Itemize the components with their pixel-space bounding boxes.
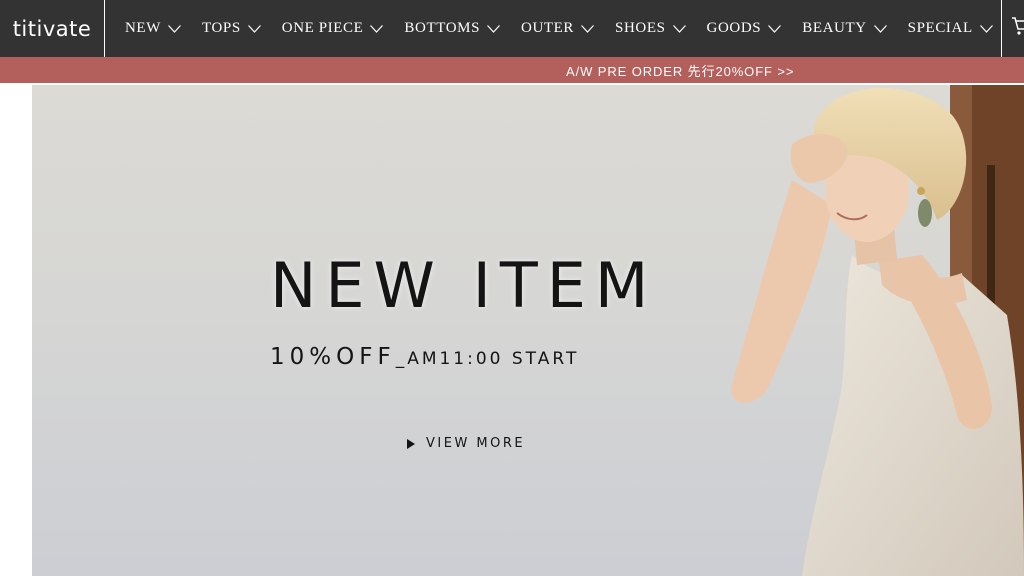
chevron-down-icon — [168, 24, 181, 33]
menu-item-label: OUTER — [521, 20, 575, 36]
hero-photo — [731, 85, 1024, 576]
menu-item-outer[interactable]: OUTER — [521, 20, 594, 37]
menu-item-label: NEW — [125, 20, 161, 36]
hero-subtitle-discount: 10%OFF — [270, 344, 396, 370]
menu-item-label: SPECIAL — [907, 20, 973, 36]
menu-item-new[interactable]: NEW — [125, 20, 181, 37]
menu-item-beauty[interactable]: BEAUTY — [802, 20, 887, 37]
menu-item-label: SHOES — [615, 20, 666, 36]
hero-subtitle-start: _AM11:00 START — [395, 349, 580, 369]
top-navigation: titivate NEW TOPS ONE PIECE BOTTOMS OUTE… — [0, 0, 1024, 57]
site-logo[interactable]: titivate — [0, 0, 105, 57]
menu-item-label: ONE PIECE — [281, 20, 364, 36]
main-menu: NEW TOPS ONE PIECE BOTTOMS OUTER SHOES G… — [125, 0, 1014, 57]
view-more-link[interactable]: VIEW MORE — [407, 436, 525, 451]
cart-button[interactable] — [1010, 14, 1024, 38]
chevron-down-icon — [247, 24, 261, 33]
hero-subtitle: 10%OFF_AM11:00 START — [270, 346, 579, 369]
chevron-down-icon — [370, 24, 384, 33]
chevron-down-icon — [768, 24, 782, 33]
hero-title[interactable]: NEW ITEM — [270, 255, 657, 317]
menu-item-label: BEAUTY — [802, 20, 867, 36]
menu-item-label: GOODS — [706, 20, 762, 36]
hero-banner[interactable]: NEW ITEM 10%OFF_AM11:00 START VIEW MORE — [32, 85, 1024, 576]
logo-text: titivate — [12, 16, 92, 41]
chevron-down-icon — [873, 24, 887, 33]
menu-item-label: BOTTOMS — [404, 20, 481, 36]
cart-icon — [1012, 17, 1024, 35]
chevron-down-icon — [672, 24, 686, 33]
chevron-down-icon — [487, 24, 500, 33]
menu-item-goods[interactable]: GOODS — [707, 20, 782, 37]
menu-item-one-piece[interactable]: ONE PIECE — [282, 20, 384, 37]
menu-item-special[interactable]: SPECIAL — [908, 20, 993, 37]
menu-item-label: TOPS — [201, 20, 241, 36]
chevron-down-icon — [581, 24, 594, 33]
menu-item-shoes[interactable]: SHOES — [615, 20, 686, 37]
promo-banner[interactable]: A/W PRE ORDER 先行20%OFF >> — [0, 57, 1024, 83]
nav-divider — [1001, 0, 1002, 57]
chevron-down-icon — [979, 24, 993, 33]
play-arrow-icon — [407, 438, 415, 449]
promo-text[interactable]: A/W PRE ORDER 先行20%OFF >> — [566, 61, 794, 80]
menu-item-bottoms[interactable]: BOTTOMS — [404, 20, 500, 37]
menu-item-tops[interactable]: TOPS — [202, 20, 261, 37]
view-more-label: VIEW MORE — [426, 436, 526, 451]
